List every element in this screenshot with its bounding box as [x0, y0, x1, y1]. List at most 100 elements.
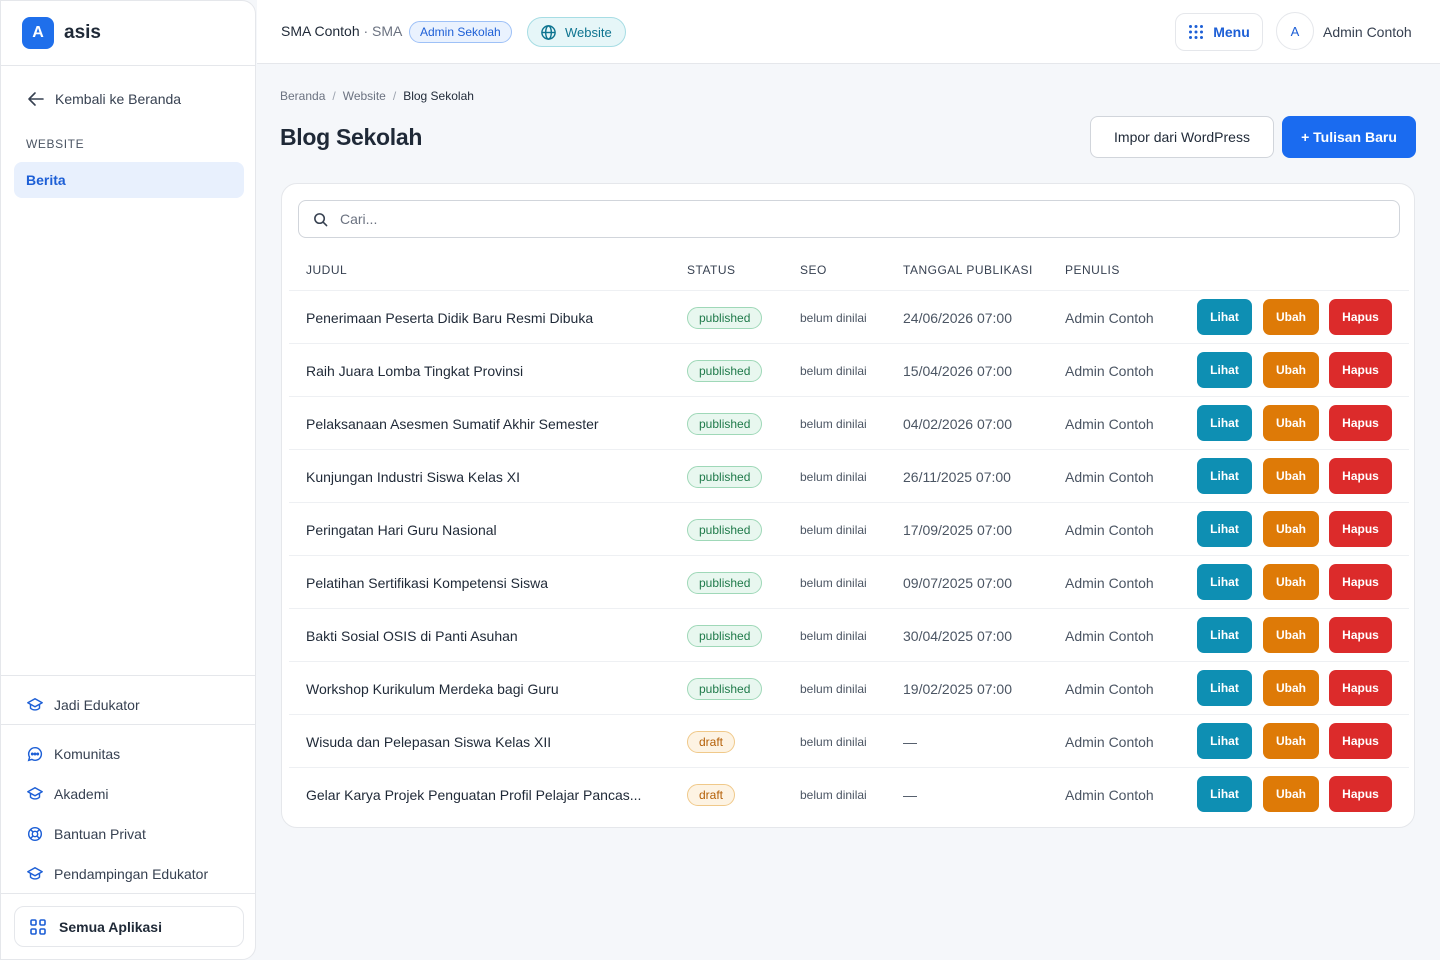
table-row: Bakti Sosial OSIS di Panti Asuhan publis…	[289, 608, 1409, 661]
delete-button[interactable]: Hapus	[1329, 670, 1392, 706]
view-button[interactable]: Lihat	[1197, 458, 1252, 494]
avatar[interactable]: A	[1276, 12, 1314, 50]
lifebuoy-icon	[27, 826, 43, 842]
sidebar-divider	[1, 724, 255, 725]
post-title[interactable]: Raih Juara Lomba Tingkat Provinsi	[306, 344, 523, 397]
post-seo: belum dinilai	[800, 469, 867, 484]
view-button[interactable]: Lihat	[1197, 564, 1252, 600]
post-publish-date: 30/04/2025 07:00	[903, 627, 1012, 644]
sidebar: A asis Kembali ke Beranda WEBSITE Berita…	[0, 0, 256, 960]
edit-button[interactable]: Ubah	[1263, 352, 1319, 388]
post-author: Admin Contoh	[1065, 627, 1154, 644]
post-seo: belum dinilai	[800, 734, 867, 749]
post-status-cell: published	[687, 503, 763, 556]
column-header-title: JUDUL	[306, 263, 348, 277]
sidebar-item-bantuan-privat[interactable]: Bantuan Privat	[26, 825, 146, 843]
view-button[interactable]: Lihat	[1197, 352, 1252, 388]
all-apps-label: Semua Aplikasi	[59, 918, 162, 935]
edit-button[interactable]: Ubah	[1263, 670, 1319, 706]
post-status-cell: draft	[687, 715, 736, 768]
view-button[interactable]: Lihat	[1197, 670, 1252, 706]
edit-button[interactable]: Ubah	[1263, 723, 1319, 759]
post-seo: belum dinilai	[800, 310, 867, 325]
status-badge: draft	[687, 783, 736, 806]
back-to-home-link[interactable]: Kembali ke Beranda	[26, 89, 181, 109]
post-publish-date: 04/02/2026 07:00	[903, 415, 1012, 432]
dots-grid-icon	[1189, 25, 1204, 39]
post-status-cell: published	[687, 450, 763, 503]
posts-card: JUDUL STATUS SEO TANGGAL PUBLIKASI PENUL…	[281, 183, 1415, 828]
edit-button[interactable]: Ubah	[1263, 564, 1319, 600]
delete-button[interactable]: Hapus	[1329, 617, 1392, 653]
sidebar-item-berita[interactable]: Berita	[14, 162, 244, 198]
breadcrumb-item-website[interactable]: Website	[343, 89, 386, 103]
delete-button[interactable]: Hapus	[1329, 352, 1392, 388]
post-title[interactable]: Wisuda dan Pelepasan Siswa Kelas XII	[306, 715, 551, 768]
sidebar-divider	[1, 675, 255, 676]
status-badge: published	[687, 624, 763, 647]
sidebar-item-komunitas[interactable]: Komunitas	[26, 745, 120, 763]
brand[interactable]: A asis	[1, 1, 255, 66]
post-title[interactable]: Penerimaan Peserta Didik Baru Resmi Dibu…	[306, 291, 593, 344]
search-input[interactable]	[340, 211, 1340, 227]
sidebar-item-label: Akademi	[54, 786, 109, 802]
post-status-cell: published	[687, 556, 763, 609]
all-apps-button[interactable]: Semua Aplikasi	[14, 906, 244, 947]
post-title[interactable]: Bakti Sosial OSIS di Panti Asuhan	[306, 609, 518, 662]
post-title[interactable]: Workshop Kurikulum Merdeka bagi Guru	[306, 662, 559, 715]
view-button[interactable]: Lihat	[1197, 723, 1252, 759]
back-link-label: Kembali ke Beranda	[55, 91, 182, 107]
post-title[interactable]: Pelatihan Sertifikasi Kompetensi Siswa	[306, 556, 548, 609]
column-header-seo: SEO	[800, 263, 827, 277]
view-button[interactable]: Lihat	[1197, 776, 1252, 812]
post-title[interactable]: Peringatan Hari Guru Nasional	[306, 503, 497, 556]
user-name[interactable]: Admin Contoh	[1323, 24, 1412, 40]
delete-button[interactable]: Hapus	[1329, 458, 1392, 494]
menu-button[interactable]: Menu	[1175, 13, 1263, 51]
new-post-button[interactable]: + Tulisan Baru	[1282, 116, 1416, 158]
arrow-left-icon	[28, 92, 44, 106]
menu-label: Menu	[1213, 24, 1250, 40]
search-box[interactable]	[298, 200, 1400, 238]
view-button[interactable]: Lihat	[1197, 299, 1252, 335]
post-title[interactable]: Gelar Karya Projek Penguatan Profil Pela…	[306, 768, 641, 821]
post-seo: belum dinilai	[800, 681, 867, 696]
post-title[interactable]: Kunjungan Industri Siswa Kelas XI	[306, 450, 520, 503]
website-badge[interactable]: Website	[527, 17, 626, 47]
edit-button[interactable]: Ubah	[1263, 776, 1319, 812]
post-status-cell: published	[687, 397, 763, 450]
edit-button[interactable]: Ubah	[1263, 511, 1319, 547]
import-wordpress-button[interactable]: Impor dari WordPress	[1090, 116, 1274, 158]
post-title[interactable]: Pelaksanaan Asesmen Sumatif Akhir Semest…	[306, 397, 599, 450]
delete-button[interactable]: Hapus	[1329, 564, 1392, 600]
view-button[interactable]: Lihat	[1197, 511, 1252, 547]
view-button[interactable]: Lihat	[1197, 405, 1252, 441]
sidebar-item-label: Pendampingan Edukator	[54, 866, 209, 882]
post-publish-date: 26/11/2025 07:00	[903, 468, 1011, 485]
table-row: Peringatan Hari Guru Nasional published …	[289, 502, 1409, 555]
post-author: Admin Contoh	[1065, 733, 1154, 750]
sidebar-item-jadi-edukator[interactable]: Jadi Edukator	[26, 696, 140, 714]
edit-button[interactable]: Ubah	[1263, 299, 1319, 335]
brand-name: asis	[64, 22, 101, 43]
delete-button[interactable]: Hapus	[1329, 776, 1392, 812]
delete-button[interactable]: Hapus	[1329, 405, 1392, 441]
delete-button[interactable]: Hapus	[1329, 511, 1392, 547]
posts-table-body: Penerimaan Peserta Didik Baru Resmi Dibu…	[289, 290, 1409, 820]
view-button[interactable]: Lihat	[1197, 617, 1252, 653]
edit-button[interactable]: Ubah	[1263, 405, 1319, 441]
breadcrumb: Beranda / Website / Blog Sekolah	[280, 89, 474, 103]
edit-button[interactable]: Ubah	[1263, 617, 1319, 653]
post-publish-date: 15/04/2026 07:00	[903, 362, 1012, 379]
graduation-cap-icon	[27, 786, 43, 800]
delete-button[interactable]: Hapus	[1329, 723, 1392, 759]
edit-button[interactable]: Ubah	[1263, 458, 1319, 494]
chat-bubble-icon	[27, 746, 43, 762]
delete-button[interactable]: Hapus	[1329, 299, 1392, 335]
school-info: SMA Contoh · SMA	[281, 23, 402, 39]
breadcrumb-item-beranda[interactable]: Beranda	[280, 89, 325, 103]
sidebar-item-pendampingan-edukator[interactable]: Pendampingan Edukator	[26, 865, 208, 883]
table-row: Wisuda dan Pelepasan Siswa Kelas XII dra…	[289, 714, 1409, 767]
post-author: Admin Contoh	[1065, 521, 1154, 538]
sidebar-item-akademi[interactable]: Akademi	[26, 785, 108, 803]
